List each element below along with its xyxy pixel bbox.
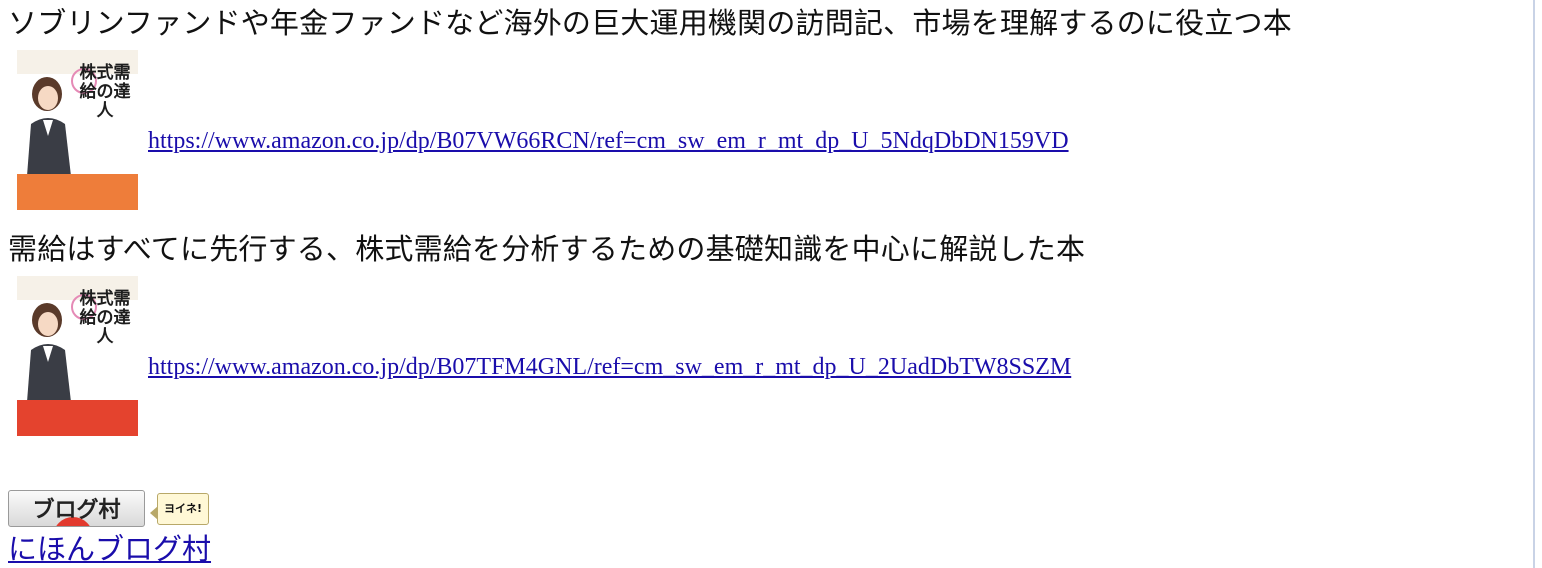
amazon-link-2[interactable]: https://www.amazon.co.jp/dp/B07TFM4GNL/r… [148, 354, 1071, 381]
book-cover-band [17, 400, 138, 436]
book-cover-band [17, 174, 138, 210]
section-heading-1: ソブリンファンドや年金ファンドなど海外の巨大運用機関の訪問記、市場を理解するのに… [8, 6, 1292, 40]
book-cover-image-2[interactable]: 株式需給の達人 [17, 276, 138, 436]
blog-ranking-badge: ブログ村 ヨイネ! [8, 490, 210, 527]
nihon-blogmura-link[interactable]: にほんブログ村 [8, 531, 211, 567]
book-row-2: 株式需給の達人 https://www.amazon.co.jp/dp/B07T… [17, 276, 1071, 436]
book-row-1: 株式需給の達人 https://www.amazon.co.jp/dp/B07V… [17, 50, 1069, 210]
book-cover-title: 株式需給の達人 [79, 63, 131, 121]
blogmura-button[interactable]: ブログ村 [8, 490, 145, 527]
person-illustration-icon [27, 303, 71, 402]
page-right-border [1533, 0, 1535, 568]
book-cover-image-1[interactable]: 株式需給の達人 [17, 50, 138, 210]
person-illustration-icon [27, 77, 71, 176]
section-heading-2: 需給はすべてに先行する、株式需給を分析するための基礎知識を中心に解説した本 [8, 232, 1086, 266]
blogmura-button-label: ブログ村 [32, 498, 121, 523]
book-cover-title: 株式需給の達人 [79, 289, 131, 347]
yoine-bubble[interactable]: ヨイネ! [149, 492, 210, 525]
amazon-link-1[interactable]: https://www.amazon.co.jp/dp/B07VW66RCN/r… [148, 128, 1069, 155]
